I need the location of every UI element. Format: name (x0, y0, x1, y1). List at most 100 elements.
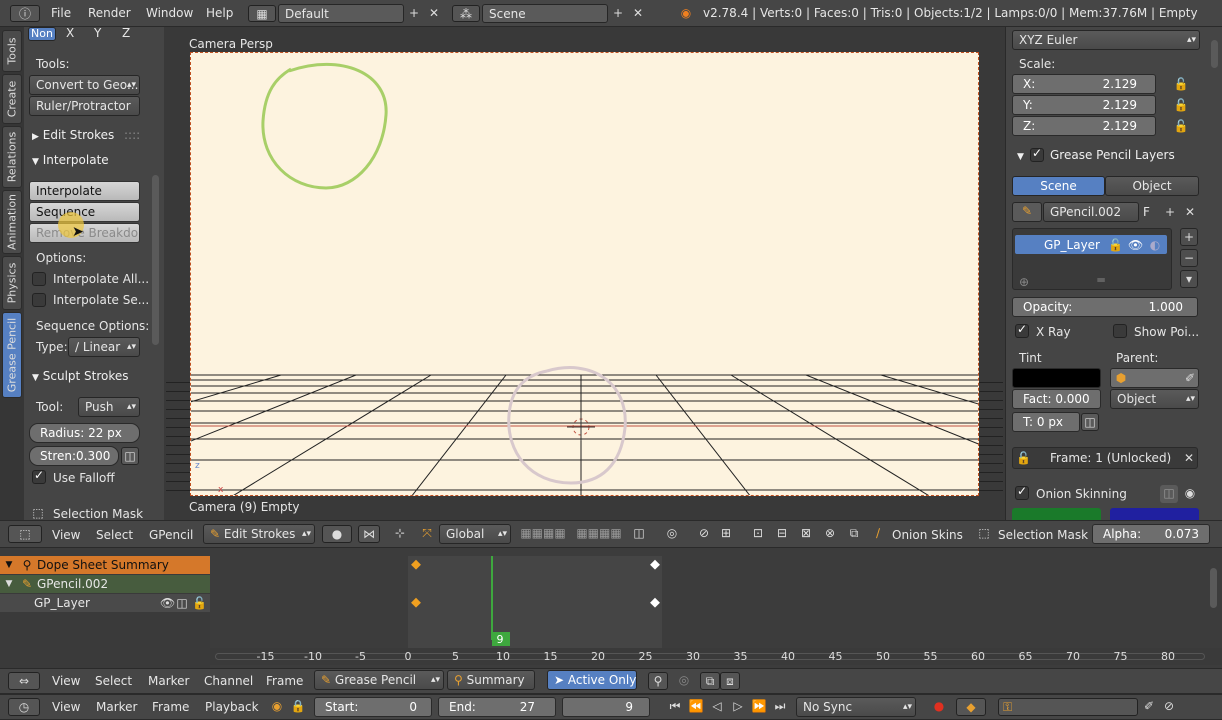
menu-render[interactable]: Render (88, 6, 131, 20)
lock-x-icon[interactable]: 🔓 (1172, 76, 1190, 92)
next-keyframe-icon[interactable]: ⏩ (750, 698, 768, 714)
thickness-toggle-icon[interactable]: ◫ (1081, 413, 1099, 431)
tab-animation[interactable]: Animation (2, 190, 22, 254)
preview-range-icon[interactable]: ◉ (268, 698, 286, 714)
onion-before-color[interactable] (1012, 508, 1101, 520)
snap-target-icon[interactable]: ⊞ (718, 525, 734, 541)
menu-select[interactable]: Select (96, 528, 133, 542)
add-scene-icon[interactable]: + (610, 5, 626, 21)
lock-y-icon[interactable]: 🔓 (1172, 97, 1190, 113)
tint-factor-field[interactable]: Fact: 0.000 (1012, 389, 1101, 409)
gp-datablock-field[interactable]: GPencil.002 (1043, 202, 1139, 222)
transform-icon[interactable]: ⤧ (417, 525, 437, 543)
dopesheet-mode-dropdown[interactable]: ✎ Grease Pencil ▴▾ (314, 670, 444, 690)
menu-marker[interactable]: Marker (96, 700, 137, 714)
use-falloff-checkbox[interactable] (32, 468, 46, 484)
jump-start-icon[interactable]: ⏮ (666, 698, 684, 714)
opacity-field[interactable]: Opacity: 1.000 (1012, 297, 1198, 317)
editor-type-icon[interactable]: ◷ (8, 698, 40, 716)
onion-skins-icon[interactable]: ∕ (870, 525, 886, 541)
dopesheet-scrollbar[interactable] (1210, 568, 1217, 608)
start-frame-field[interactable]: Start: 0 (314, 697, 432, 717)
menu-help[interactable]: Help (206, 6, 233, 20)
layer-eye-icon[interactable]: 👁 (1128, 237, 1143, 253)
tab-scene[interactable]: Scene (1012, 176, 1105, 196)
interpolate-panel-header[interactable]: ▼ Interpolate (32, 153, 109, 167)
keyframe-icon[interactable]: ⊗ (822, 525, 838, 541)
convert-to-geometry-button[interactable]: Convert to Geo... ▴▾ (29, 75, 140, 95)
pivot-icon[interactable]: ⋈ (358, 525, 380, 543)
menu-playback[interactable]: Playback (205, 700, 259, 714)
mode-dropdown[interactable]: ✎ Edit Strokes ▴▾ (203, 524, 315, 544)
axis-non-button[interactable]: Non (28, 27, 56, 41)
delete-key-icon[interactable]: ⊘ (1160, 698, 1178, 714)
play-icon[interactable]: ▷ (729, 698, 747, 714)
radius-field[interactable]: Radius: 22 px (29, 423, 140, 443)
copy-keys-icon[interactable]: ⧉ (700, 672, 720, 690)
snap-icon[interactable]: ⊘ (696, 525, 712, 541)
list-grip-icon[interactable]: ═ (1092, 272, 1110, 288)
prev-keyframe-icon[interactable]: ⏪ (687, 698, 705, 714)
menu-select[interactable]: Select (95, 674, 132, 688)
manipulator-icon[interactable]: ⊹ (390, 525, 410, 543)
gpencil-expand-icon[interactable]: ▼ (3, 576, 15, 592)
summary-toggle[interactable]: ⚲ Summary (447, 670, 535, 690)
layers-grid-1-icon[interactable]: ▦▦▦▦ (518, 525, 568, 543)
type-dropdown[interactable]: ∕ Linear ▴▾ (68, 337, 140, 357)
scene-icon[interactable]: ⁂ (452, 5, 480, 22)
sequence-button[interactable]: Sequence (29, 202, 140, 222)
scale-y-field[interactable]: Y: 2.129 (1012, 95, 1156, 115)
interpolate-selected-checkbox[interactable] (32, 293, 46, 307)
scale-z-field[interactable]: Z: 2.129 (1012, 116, 1156, 136)
interpolate-button[interactable]: Interpolate (29, 181, 140, 201)
axis-y-button[interactable]: Y (94, 26, 101, 40)
remove-breakdowns-button[interactable]: Remove Breakdo... (29, 223, 140, 243)
edit-strokes-panel-header[interactable]: ▶ Edit Strokes (32, 128, 114, 142)
selection-mask-toggle[interactable]: Selection Mask (998, 528, 1088, 542)
insert-key-icon[interactable]: ✐ (1140, 698, 1158, 714)
channel-lock-icon[interactable]: 🔓 (192, 595, 207, 611)
summary-expand-icon[interactable]: ▼ (3, 557, 15, 573)
onion-skins-toggle[interactable]: Onion Skins (892, 528, 963, 542)
alpha-field[interactable]: Alpha: 0.073 (1092, 524, 1210, 544)
xray-checkbox[interactable] (1015, 322, 1029, 338)
active-only-toggle[interactable]: ➤ Active Only (547, 670, 637, 690)
add-screen-icon[interactable]: + (406, 5, 422, 21)
end-frame-field[interactable]: End: 27 (438, 697, 556, 717)
eyedropper-icon[interactable]: ✐ (1183, 370, 1197, 386)
strength-field[interactable]: Stren:0.300 (29, 446, 119, 466)
screen-layout-icon[interactable]: ▦ (248, 5, 276, 22)
tab-grease-pencil[interactable]: Grease Pencil (2, 312, 22, 398)
sculpt-tool-dropdown[interactable]: Push ▴▾ (78, 397, 140, 417)
current-frame-field[interactable]: 9 (562, 697, 650, 717)
ruler-protractor-button[interactable]: Ruler/Protractor (29, 96, 140, 116)
keying-set-icon[interactable]: ◆ (956, 698, 986, 716)
opengl-render-icon[interactable]: ⊡ (750, 525, 766, 541)
rotation-mode-dropdown[interactable]: XYZ Euler ▴▾ (1012, 30, 1200, 50)
drag-handle-icon[interactable]: :::: (124, 128, 140, 142)
menu-view[interactable]: View (52, 700, 80, 714)
render-anim-icon[interactable]: ⊟ (774, 525, 790, 541)
interpolate-all-checkbox[interactable] (32, 272, 46, 286)
add-layer-icon[interactable]: + (1180, 228, 1198, 246)
menu-gpencil[interactable]: GPencil (149, 528, 193, 542)
delete-frame-icon[interactable]: ✕ (1182, 450, 1196, 466)
play-reverse-icon[interactable]: ◁ (708, 698, 726, 714)
tab-object[interactable]: Object (1105, 176, 1199, 196)
gp-layers-checkbox[interactable] (1030, 146, 1044, 162)
sync-dropdown[interactable]: No Sync ▴▾ (796, 697, 916, 717)
fake-user-button[interactable]: F (1143, 205, 1150, 219)
shading-icon[interactable]: ● (322, 525, 352, 543)
layer-specials-icon[interactable]: ▾ (1180, 270, 1198, 288)
onion-after-color[interactable] (1110, 508, 1199, 520)
axis-z-button[interactable]: Z (122, 26, 130, 40)
pencil-icon[interactable]: ✎ (1012, 202, 1042, 222)
lock-camera-icon[interactable]: ◫ (630, 525, 648, 541)
copy-icon[interactable]: ⧉ (846, 525, 862, 541)
selection-mask-icon[interactable]: ⬚ (976, 525, 992, 541)
tab-physics[interactable]: Physics (2, 256, 22, 310)
frame-lock-icon[interactable]: 🔓 (1016, 450, 1031, 466)
menu-file[interactable]: File (51, 6, 71, 20)
editor-type-icon[interactable]: ⇔ (8, 672, 40, 690)
lock-range-icon[interactable]: 🔒 (290, 698, 306, 714)
